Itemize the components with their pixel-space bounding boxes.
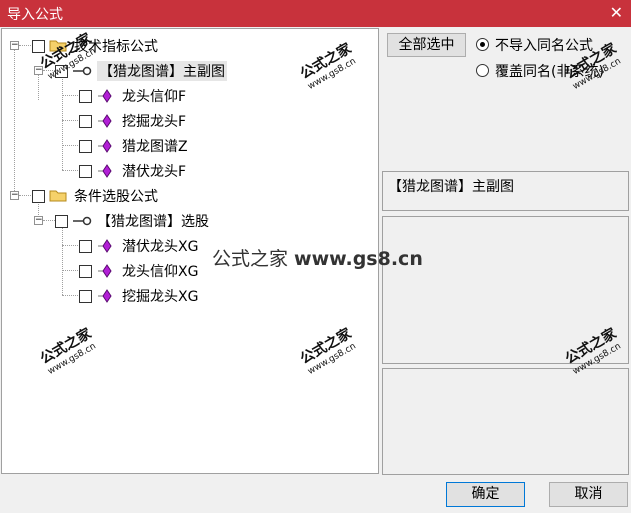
tree-group-label: 条件选股公式 (74, 189, 158, 205)
formula-gem-icon (98, 114, 112, 128)
formula-description-panel (382, 216, 629, 364)
sub-checkbox[interactable] (55, 215, 68, 228)
group-checkbox[interactable] (32, 190, 45, 203)
collapse-icon[interactable]: − (34, 216, 43, 225)
watermark-center: 公式之家 www.gs8.cn (212, 248, 423, 270)
radio-overwrite-duplicates[interactable] (476, 64, 489, 77)
radio-skip-duplicates[interactable] (476, 38, 489, 51)
tree-line (19, 45, 31, 46)
tree-group-label: 技术指标公式 (74, 39, 158, 55)
tree-line (62, 95, 78, 96)
tree-item-label: 潜伏龙头F (122, 164, 187, 180)
tree-item-label: 挖掘龙头F (122, 114, 187, 130)
tree-line (62, 145, 78, 146)
tree-line (19, 195, 31, 196)
formula-gem-icon (98, 264, 112, 278)
selected-formula-panel: 【猎龙图谱】主副图 (382, 171, 629, 211)
ok-button[interactable]: 确定 (446, 482, 525, 507)
group-checkbox[interactable] (32, 40, 45, 53)
tree-line (62, 74, 63, 170)
item-checkbox[interactable] (79, 240, 92, 253)
formula-gem-icon (98, 89, 112, 103)
tree-line (62, 170, 78, 171)
tree-line (14, 49, 15, 195)
window-title: 导入公式 (7, 7, 63, 23)
tree-line (62, 120, 78, 121)
tree-item-label: 龙头信仰F (122, 89, 187, 105)
formula-gem-icon (98, 239, 112, 253)
tree-line (62, 270, 78, 271)
tree-item-label: 猎龙图谱Z (122, 139, 188, 155)
item-checkbox[interactable] (79, 115, 92, 128)
tree-line (62, 245, 78, 246)
tree-item-label: 挖掘龙头XG (122, 289, 199, 305)
collapse-icon[interactable]: − (10, 191, 19, 200)
formula-gem-icon (98, 164, 112, 178)
sub-checkbox[interactable] (55, 65, 68, 78)
selected-formula-name: 【猎龙图谱】主副图 (388, 179, 514, 195)
cancel-button[interactable]: 取消 (549, 482, 628, 507)
formula-gem-icon (98, 139, 112, 153)
close-icon[interactable]: ✕ (610, 3, 623, 22)
item-checkbox[interactable] (79, 140, 92, 153)
tree-line (38, 74, 39, 100)
collapse-icon[interactable]: − (10, 41, 19, 50)
formula-params-panel (382, 368, 629, 475)
tree-line (43, 70, 55, 71)
select-all-button[interactable]: 全部选中 (387, 33, 466, 57)
item-checkbox[interactable] (79, 265, 92, 278)
radio-overwrite-label[interactable]: 覆盖同名(非系统) (495, 61, 604, 81)
tree-item-label: 龙头信仰XG (122, 264, 199, 280)
tree-sub-label: 【猎龙图谱】主副图 (97, 61, 227, 81)
item-checkbox[interactable] (79, 290, 92, 303)
key-icon (73, 216, 92, 226)
folder-icon (49, 40, 67, 52)
item-checkbox[interactable] (79, 165, 92, 178)
folder-icon (49, 190, 67, 202)
collapse-icon[interactable]: − (34, 66, 43, 75)
tree-line (62, 295, 78, 296)
tree-sub-label: 【猎龙图谱】选股 (97, 214, 209, 230)
key-icon (73, 66, 92, 76)
tree-line (43, 220, 55, 221)
item-checkbox[interactable] (79, 90, 92, 103)
tree-line (62, 224, 63, 295)
formula-gem-icon (98, 289, 112, 303)
tree-item-label: 潜伏龙头XG (122, 239, 199, 255)
radio-skip-label[interactable]: 不导入同名公式 (495, 35, 593, 55)
title-bar: 导入公式 ✕ (0, 0, 631, 27)
